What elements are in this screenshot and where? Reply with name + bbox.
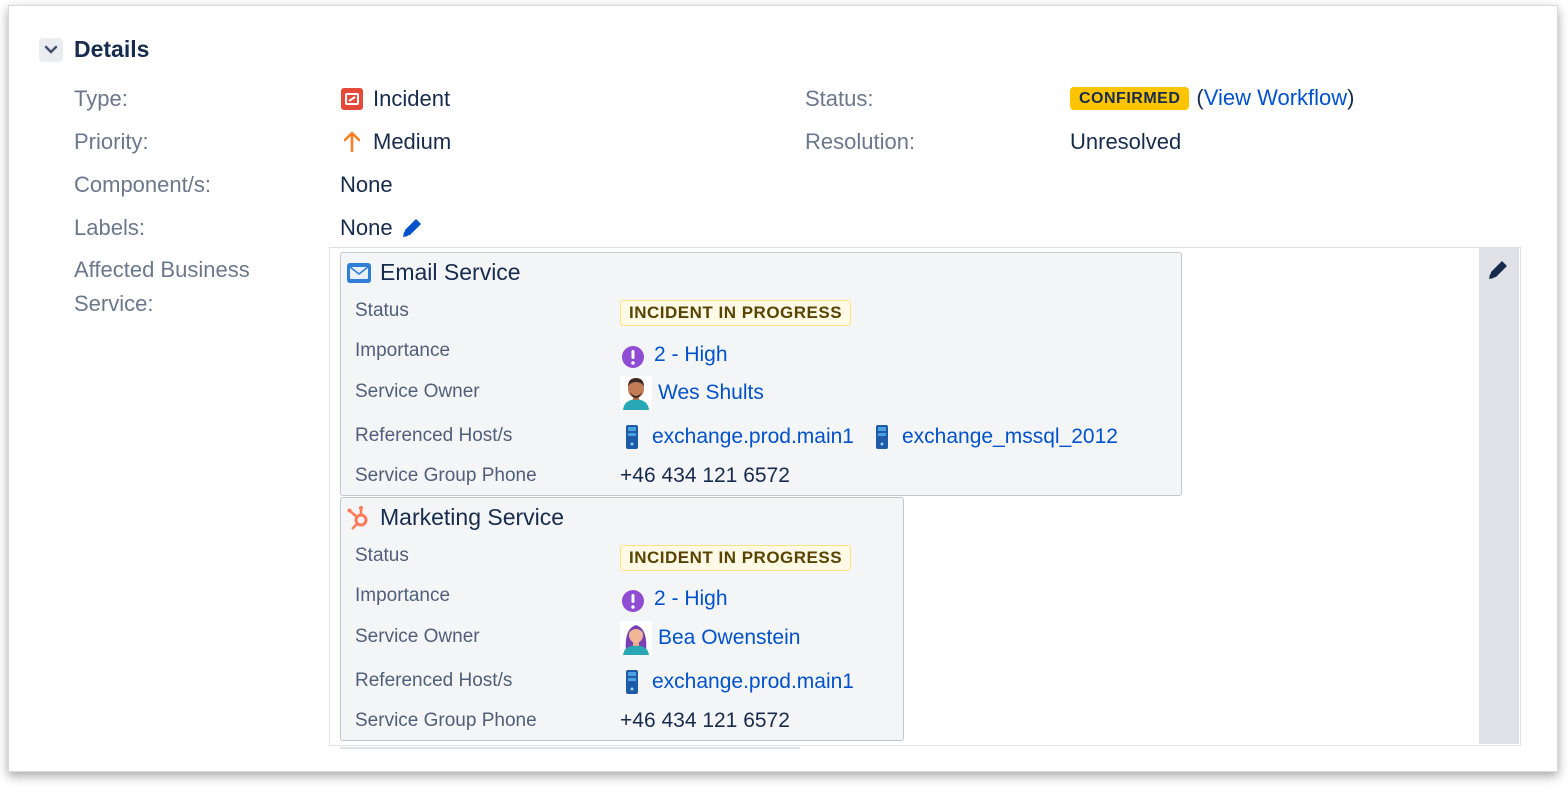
importance-icon xyxy=(622,590,644,612)
importance-label: Importance xyxy=(355,585,451,606)
incident-status-badge: INCIDENT IN PROGRESS xyxy=(620,545,852,571)
pencil-icon[interactable] xyxy=(1485,257,1511,283)
importance-link[interactable]: 2 - High xyxy=(654,587,728,611)
server-icon xyxy=(626,670,638,694)
hosts-label: Referenced Host/s xyxy=(355,670,513,691)
service-card-title: Marketing Service xyxy=(346,504,564,531)
service-owner-label: Service Owner xyxy=(355,381,480,402)
type-label: Type: xyxy=(74,86,128,111)
affected-service-label-line2: Service: xyxy=(74,291,154,316)
status-label: Status: xyxy=(805,86,874,111)
host-link[interactable]: exchange.prod.main1 xyxy=(652,425,854,449)
avatar xyxy=(620,621,652,655)
service-card-email[interactable] xyxy=(340,252,1182,496)
importance-label: Importance xyxy=(355,340,451,361)
incident-status-badge: INCIDENT IN PROGRESS xyxy=(620,300,852,326)
priority-text: Medium xyxy=(373,129,452,154)
service-name-link[interactable]: Email Service xyxy=(380,259,521,286)
service-owner-label: Service Owner xyxy=(355,626,480,647)
collapse-toggle[interactable] xyxy=(39,38,63,62)
server-icon xyxy=(875,425,888,449)
service-owner-link[interactable]: Wes Shults xyxy=(658,381,764,405)
hosts-label: Referenced Host/s xyxy=(355,425,513,446)
status-attr-value: INCIDENT IN PROGRESS xyxy=(620,300,852,326)
status-attr-label: Status xyxy=(355,545,409,566)
priority-value: Medium xyxy=(340,129,451,155)
workflow-paren-close: ) xyxy=(1347,85,1355,110)
affected-service-label-line1: Affected Business xyxy=(74,257,250,282)
service-owner-value: Wes Shults xyxy=(620,376,764,410)
service-owner-link[interactable]: Bea Owenstein xyxy=(658,626,800,650)
host-link[interactable]: exchange_mssql_2012 xyxy=(902,425,1118,449)
importance-value: 2 - High xyxy=(620,340,728,370)
service-card-marketing[interactable] xyxy=(340,497,904,741)
importance-value: 2 - High xyxy=(620,584,728,614)
services-edit-column[interactable] xyxy=(1479,248,1519,744)
status-badge: CONFIRMED xyxy=(1070,86,1190,110)
priority-label: Priority: xyxy=(74,129,149,154)
server-icon xyxy=(626,425,638,449)
components-value: None xyxy=(340,172,393,197)
chevron-down-icon xyxy=(44,45,58,54)
arrow-up-icon xyxy=(343,131,361,153)
type-value: Incident xyxy=(340,86,450,112)
view-workflow-link[interactable]: View Workflow xyxy=(1204,85,1347,111)
incident-icon xyxy=(341,88,363,110)
section-title: Details xyxy=(74,36,150,62)
service-owner-value: Bea Owenstein xyxy=(620,621,800,655)
resolution-value: Unresolved xyxy=(1070,129,1182,154)
labels-value: None xyxy=(340,215,425,241)
workflow-paren-open: ( xyxy=(1196,85,1204,110)
avatar xyxy=(620,376,652,410)
labels-text: None xyxy=(340,215,393,240)
service-card-next-edge xyxy=(340,747,800,749)
importance-link[interactable]: 2 - High xyxy=(654,343,728,367)
hosts-value: exchange.prod.main1 exchange_mssql_2012 xyxy=(620,424,1118,450)
status-value: CONFIRMED ( View Workflow ) xyxy=(1070,85,1355,111)
host-link[interactable]: exchange.prod.main1 xyxy=(652,670,854,694)
phone-label: Service Group Phone xyxy=(355,710,537,731)
service-name-link[interactable]: Marketing Service xyxy=(380,504,564,531)
hosts-value: exchange.prod.main1 xyxy=(620,669,854,695)
envelope-icon xyxy=(347,262,371,283)
phone-value: +46 434 121 6572 xyxy=(620,709,790,732)
resolution-label: Resolution: xyxy=(805,129,916,154)
status-attr-value: INCIDENT IN PROGRESS xyxy=(620,545,852,571)
importance-icon xyxy=(622,346,644,368)
labels-label: Labels: xyxy=(74,215,145,240)
status-attr-label: Status xyxy=(355,300,409,321)
phone-value: +46 434 121 6572 xyxy=(620,464,790,487)
phone-label: Service Group Phone xyxy=(355,465,537,486)
components-label: Component/s: xyxy=(74,172,211,197)
hubspot-icon xyxy=(347,505,368,530)
service-card-title: Email Service xyxy=(346,259,521,286)
type-text: Incident xyxy=(373,86,451,111)
pencil-icon[interactable] xyxy=(399,215,425,241)
